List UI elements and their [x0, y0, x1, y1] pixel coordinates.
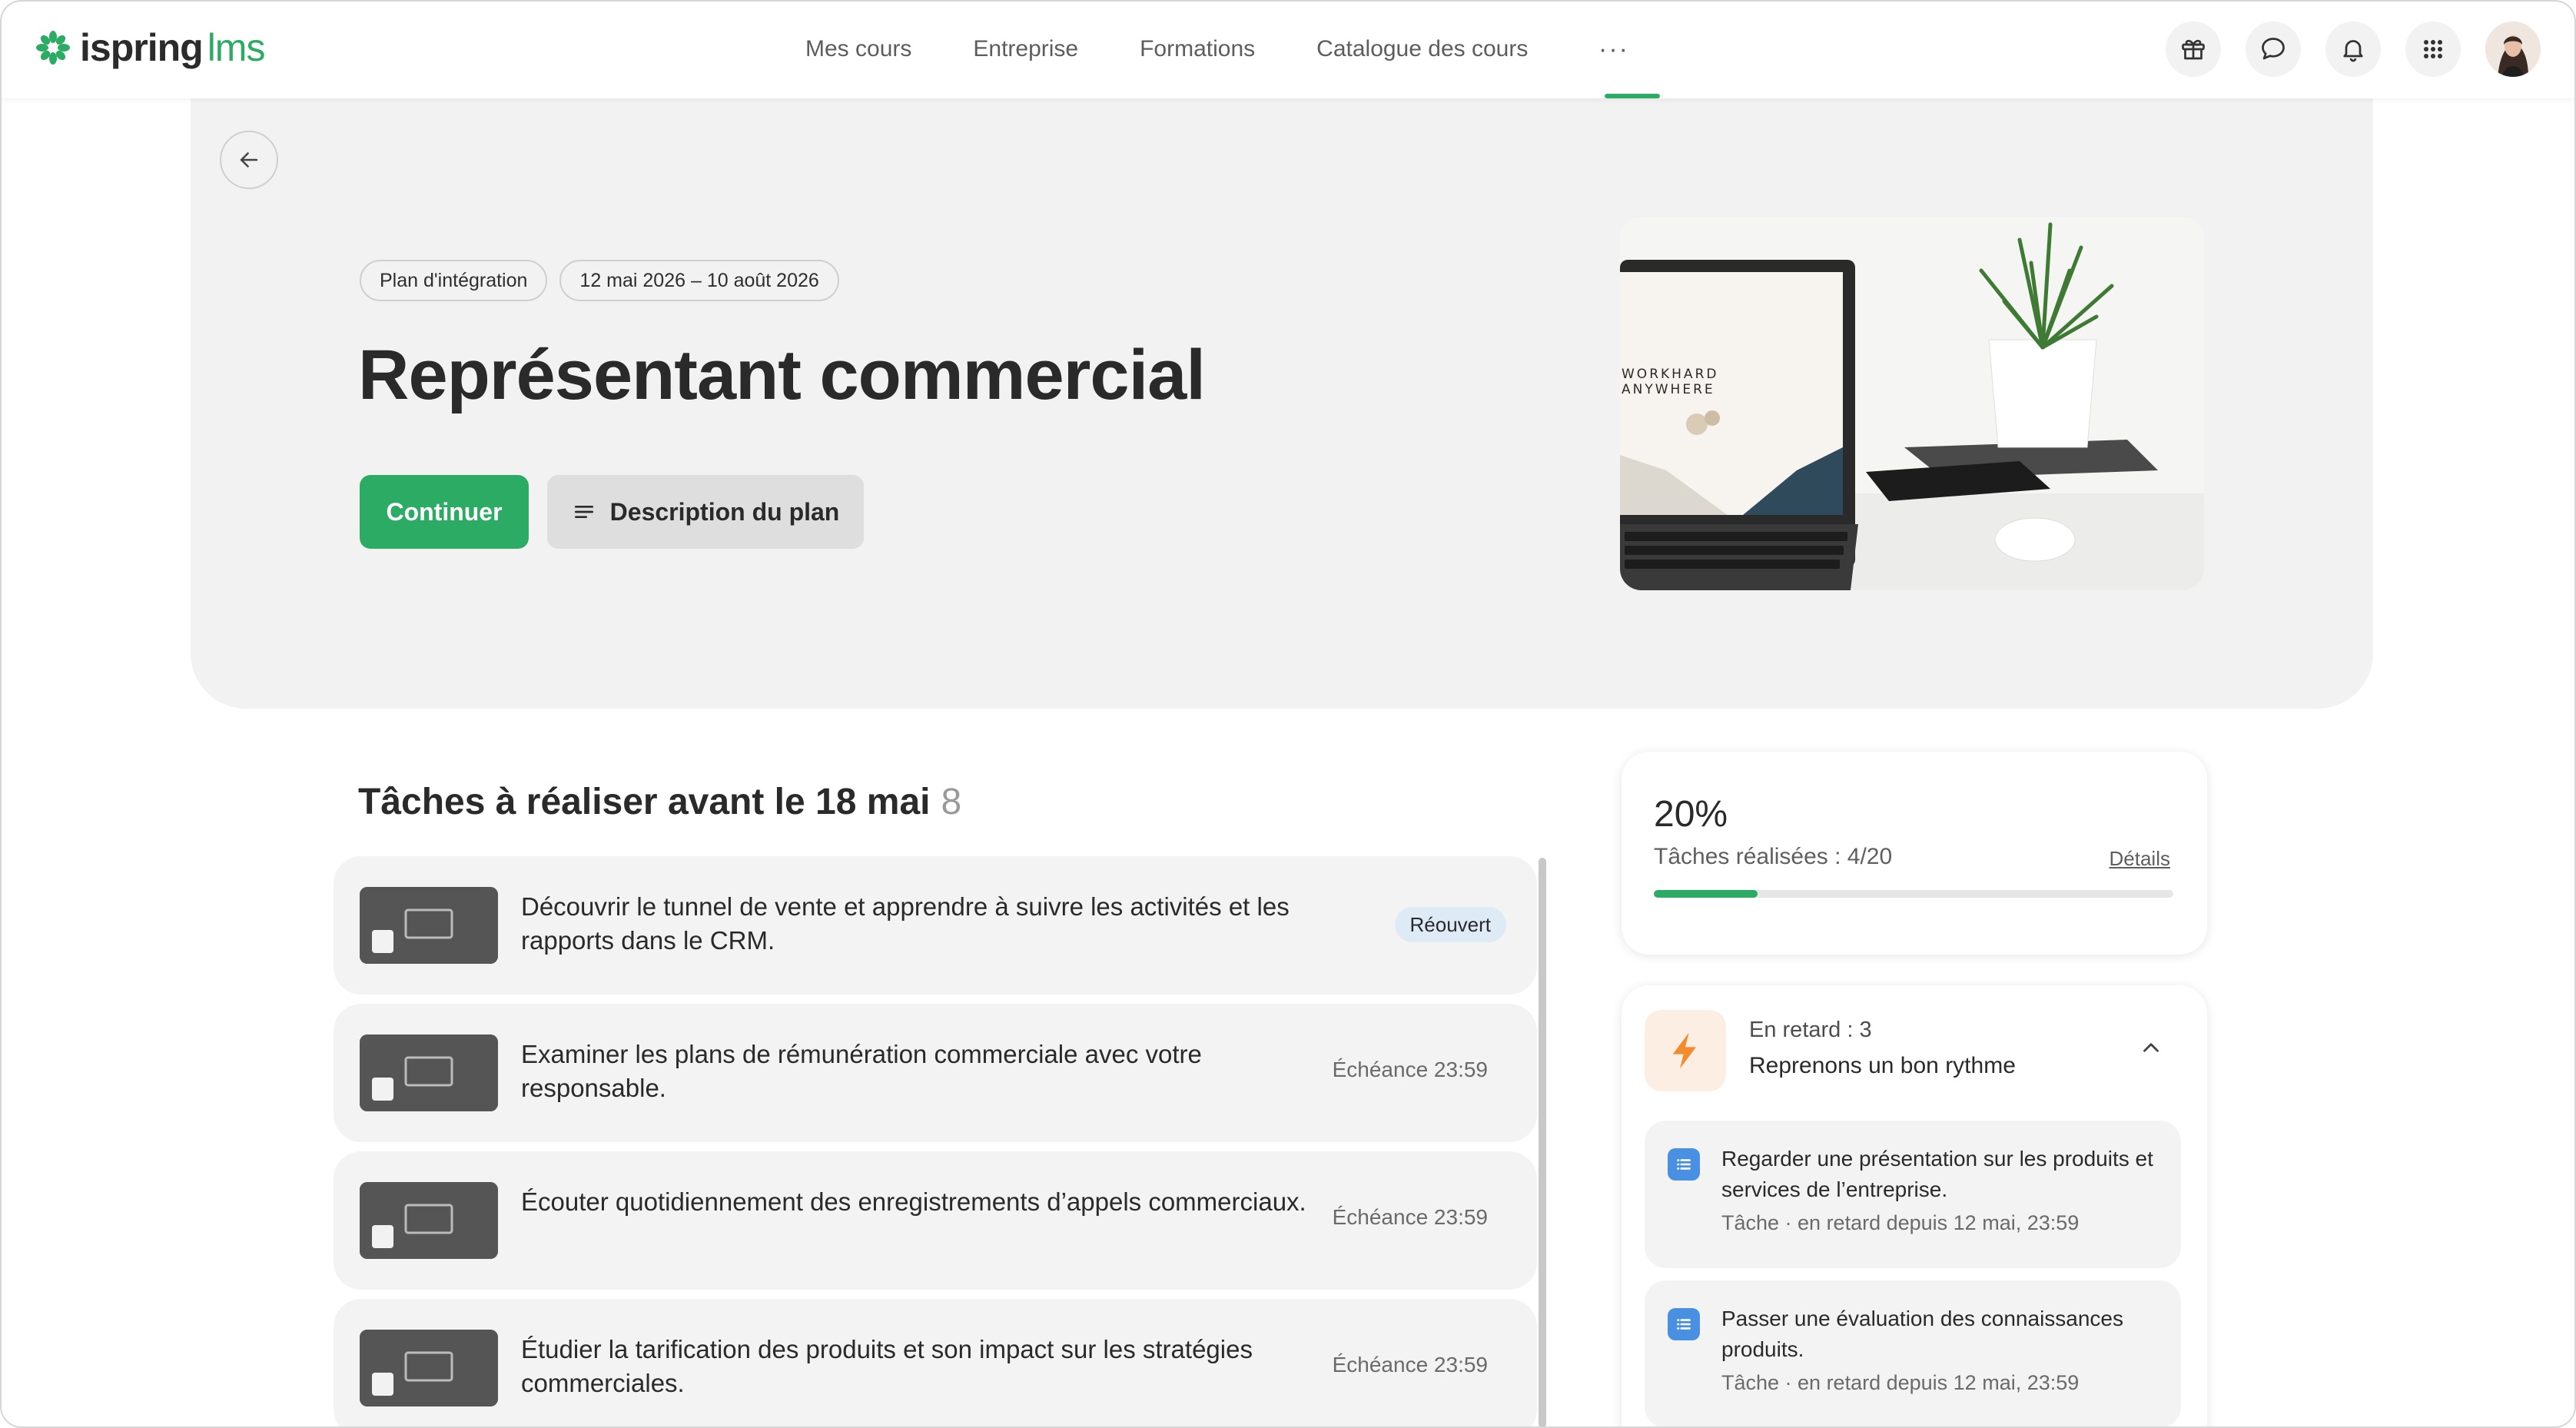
nav-entreprise[interactable]: Entreprise: [973, 36, 1078, 62]
thumbnail-image: [360, 1182, 498, 1259]
task-list-scrollbar[interactable]: [1539, 858, 1546, 1428]
tasks-heading-text: Tâches à réaliser avant le 18 mai: [358, 782, 931, 822]
logo-flower-icon: [36, 31, 70, 65]
plan-description-label: Description du plan: [609, 497, 840, 526]
gift-icon: [2182, 39, 2205, 60]
back-button[interactable]: [220, 131, 278, 189]
apps-button[interactable]: [2405, 22, 2461, 77]
list-icon: [1677, 1319, 1691, 1330]
late-task-meta: Tâche · en retard depuis 12 mai, 23:59: [1721, 1211, 2080, 1234]
late-task-item[interactable]: Regarder une présentation sur les produi…: [1645, 1121, 2181, 1268]
logo-text: ispring: [80, 26, 204, 69]
late-task-meta: Tâche · en retard depuis 12 mai, 23:59: [1721, 1371, 2080, 1394]
task-title: Découvrir le tunnel de vente et apprendr…: [521, 892, 1290, 955]
lightning-icon: [1672, 1032, 1696, 1069]
late-task-title: Regarder une présentation sur les produi…: [1721, 1147, 2153, 1201]
progress-percent: 20%: [1654, 794, 1728, 835]
task-thumbnail: [360, 1330, 498, 1406]
plan-type-chip: Plan d'intégration: [360, 260, 548, 301]
progress-tasks-done: Tâches réalisées : 4/20: [1654, 844, 1893, 869]
late-subtitle: Reprenons un bon rythme: [1749, 1053, 2016, 1078]
task-deadline: Échéance 23:59: [1332, 1058, 1488, 1081]
task-list-icon: [1668, 1308, 1700, 1340]
late-count: En retard : 3: [1749, 1018, 1872, 1042]
nav-formations[interactable]: Formations: [1140, 36, 1255, 62]
plan-description-button[interactable]: Description du plan: [547, 475, 864, 549]
progress-details-link[interactable]: Détails: [2110, 847, 2170, 871]
user-avatar[interactable]: [2485, 22, 2541, 77]
progress-card: 20% Tâches réalisées : 4/20 Détails: [1622, 752, 2207, 955]
task-title: Examiner les plans de rémunération comme…: [521, 1040, 1202, 1102]
task-title: Écouter quotidiennement des enregistreme…: [521, 1187, 1306, 1216]
chat-icon: [2262, 38, 2285, 60]
late-task-item[interactable]: Passer une évaluation des connaissances …: [1645, 1280, 2181, 1428]
nav-catalogue[interactable]: Catalogue des cours: [1316, 36, 1528, 62]
task-deadline: Échéance 23:59: [1332, 1205, 1488, 1229]
task-deadline: Échéance 23:59: [1332, 1353, 1488, 1377]
task-item[interactable]: Étudier la tarification des produits et …: [334, 1299, 1537, 1428]
late-lightning-badge: [1645, 1010, 1726, 1091]
thumbnail-image: [360, 1330, 498, 1406]
page-title: Représentant commercial: [358, 336, 1206, 414]
laptop-plant-illustration: WORKHARD ANYWHERE: [1620, 217, 2204, 590]
chat-button[interactable]: [2246, 22, 2301, 77]
gift-button[interactable]: [2166, 22, 2221, 77]
task-item[interactable]: Écouter quotidiennement des enregistreme…: [334, 1151, 1537, 1290]
screen-text-line-1: WORKHARD: [1622, 367, 1718, 382]
continue-button[interactable]: Continuer: [360, 475, 529, 549]
arrow-left-icon: [240, 152, 258, 168]
avatar-portrait-icon: [2485, 22, 2541, 77]
task-thumbnail: [360, 1034, 498, 1111]
status-badge: Réouvert: [1394, 907, 1506, 942]
thumbnail-image: [360, 887, 498, 964]
lines-icon: [574, 506, 593, 518]
header-actions: [2141, 22, 2541, 77]
progress-bar-fill: [1654, 890, 1758, 898]
course-cover-image: WORKHARD ANYWHERE: [1620, 217, 2204, 590]
bell-icon: [2343, 40, 2363, 62]
tasks-heading: Tâches à réaliser avant le 18 mai 8: [358, 781, 961, 823]
ispring-logo[interactable]: ispring lms: [35, 25, 266, 71]
main-nav: Mes cours Entreprise Formations Catalogu…: [805, 0, 1589, 98]
list-icon: [1677, 1159, 1691, 1170]
apps-grid-icon: [2424, 40, 2442, 58]
top-bar: ispring lms Mes cours Entreprise Formati…: [0, 0, 2576, 98]
task-thumbnail: [360, 1182, 498, 1259]
task-thumbnail: [360, 887, 498, 964]
task-item[interactable]: Découvrir le tunnel de vente et apprendr…: [334, 856, 1537, 995]
thumbnail-image: [360, 1034, 498, 1111]
late-task-title: Passer une évaluation des connaissances …: [1721, 1307, 2124, 1361]
nav-mes-cours[interactable]: Mes cours: [805, 36, 911, 62]
late-tasks-card: En retard : 3 Reprenons un bon rythme Re…: [1622, 985, 2207, 1428]
logo-suffix: lms: [207, 26, 266, 69]
task-item[interactable]: Examiner les plans de rémunération comme…: [334, 1004, 1537, 1142]
screen-text-line-2: ANYWHERE: [1622, 382, 1715, 397]
plan-chips: Plan d'intégration 12 mai 2026 – 10 août…: [360, 260, 851, 301]
notifications-button[interactable]: [2325, 22, 2381, 77]
task-list-icon: [1668, 1148, 1700, 1181]
tasks-count: 8: [941, 782, 962, 822]
progress-bar: [1654, 890, 2173, 898]
chevron-up-icon[interactable]: [2138, 1034, 2164, 1061]
plan-dates-chip: 12 mai 2026 – 10 août 2026: [559, 260, 839, 301]
task-list: Découvrir le tunnel de vente et apprendr…: [334, 856, 1537, 1428]
task-title: Étudier la tarification des produits et …: [521, 1335, 1253, 1397]
nav-more-button[interactable]: ···: [1568, 0, 1660, 98]
